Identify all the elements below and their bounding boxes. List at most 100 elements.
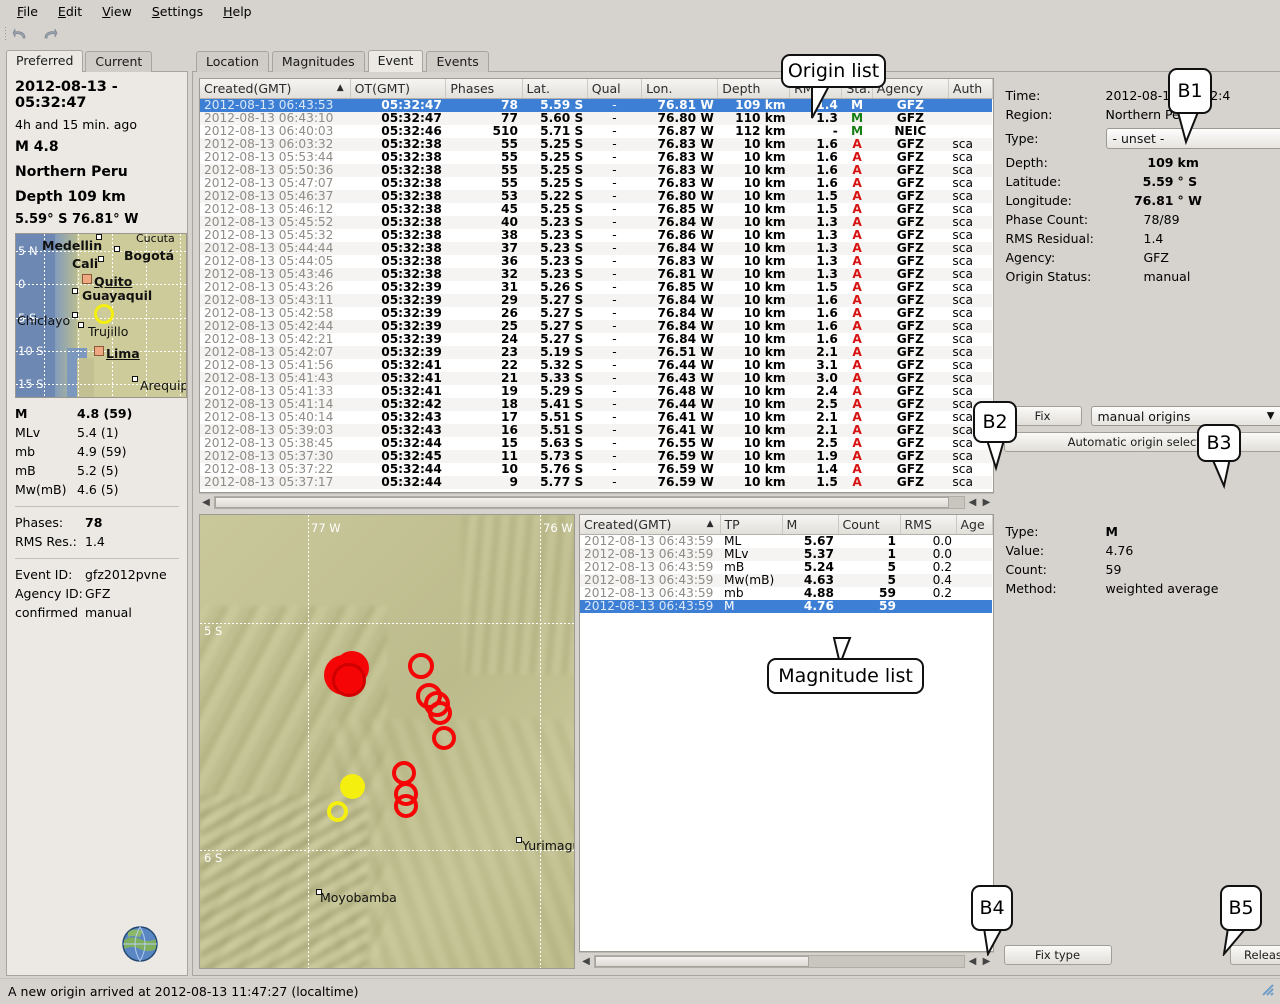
origin-row[interactable]: 2012-08-13 05:46:1205:32:38455.25 S-76.8… [200,203,992,216]
fix-type-button[interactable]: Fix type [1004,945,1112,965]
origin-cell-created: 2012-08-13 05:42:58 [200,307,350,320]
origin-row[interactable]: 2012-08-13 05:50:3605:32:38555.25 S-76.8… [200,164,992,177]
scroll-left-icon[interactable]: ◀ [199,495,213,510]
col-mag-created[interactable]: Created(GMT)▲ [580,515,720,534]
magnitude-row[interactable]: 2012-08-13 06:43:59ML5.6710.0 [580,534,992,548]
menu-edit[interactable]: Edit [49,2,91,21]
redo-icon[interactable] [38,24,60,44]
origin-row[interactable]: 2012-08-13 05:41:3305:32:41195.29 S-76.4… [200,385,992,398]
col-phases[interactable]: Phases [446,79,522,98]
magnitude-list-hscrollbar[interactable]: ◀ ◀ ▶ [579,952,994,969]
origin-cell-auth: sca [948,268,992,281]
col-created[interactable]: Created(GMT)▲ [200,79,350,98]
origin-cell-depth: 10 km [718,359,790,372]
origin-row[interactable]: 2012-08-13 05:41:4305:32:41215.33 S-76.4… [200,372,992,385]
undo-icon[interactable] [10,24,32,44]
col-lon[interactable]: Lon. [642,79,718,98]
origin-info-row: Longitude:76.81° W [1006,191,1280,210]
magnitude-row[interactable]: 2012-08-13 06:43:59mb4.88590.2 [580,587,992,600]
origin-row[interactable]: 2012-08-13 05:37:3005:32:45115.73 S-76.5… [200,450,992,463]
origin-row[interactable]: 2012-08-13 05:39:0305:32:43165.51 S-76.4… [200,424,992,437]
origin-cell-agency: GFZ [872,398,948,411]
col-qual[interactable]: Qual [587,79,641,98]
origin-cell-ot: 05:32:38 [350,203,446,216]
origin-list[interactable]: Created(GMT)▲ OT(GMT) Phases Lat. Qual L… [199,78,994,493]
origin-cell-phases: 10 [446,463,522,476]
divider [15,506,179,507]
origin-row[interactable]: 2012-08-13 05:45:3205:32:38385.23 S-76.8… [200,229,992,242]
col-lat[interactable]: Lat. [522,79,587,98]
tab-event[interactable]: Event [368,50,424,72]
origin-row[interactable]: 2012-08-13 05:42:2105:32:39245.27 S-76.8… [200,333,992,346]
origin-row[interactable]: 2012-08-13 06:03:3205:32:38555.25 S-76.8… [200,138,992,151]
scroll-trough[interactable] [214,496,965,509]
origin-row[interactable]: 2012-08-13 05:47:0705:32:38555.25 S-76.8… [200,177,992,190]
origin-type-label: Type: [1006,129,1106,148]
tab-events[interactable]: Events [426,51,488,72]
magnitude-cell-count: 5 [838,561,900,574]
menu-help[interactable]: Help [214,2,261,21]
origin-row[interactable]: 2012-08-13 05:43:4605:32:38325.23 S-76.8… [200,268,992,281]
overview-map[interactable]: 5 N 0 5 S 10 S 15 S Medellin Cucuta Bogo… [15,233,187,398]
scroll-trough[interactable] [594,955,965,968]
origin-row[interactable]: 2012-08-13 05:44:4405:32:38375.23 S-76.8… [200,242,992,255]
col-mag-count[interactable]: Count [838,515,900,534]
origin-row[interactable]: 2012-08-13 05:38:4505:32:44155.63 S-76.5… [200,437,992,450]
scroll-left-icon[interactable]: ◀ [579,954,593,969]
origin-row[interactable]: 2012-08-13 05:41:1405:32:42185.41 S-76.4… [200,398,992,411]
col-ot[interactable]: OT(GMT) [350,79,446,98]
col-mag-rms[interactable]: RMS [900,515,956,534]
scroll-prev-icon[interactable]: ◀ [966,954,980,969]
tab-magnitudes[interactable]: Magnitudes [272,51,365,72]
magnitude-row[interactable]: 2012-08-13 06:43:59MLv5.3710.0 [580,548,992,561]
menu-file[interactable]: File [8,2,47,21]
origin-filter-select[interactable]: manual origins ▼ [1091,406,1280,426]
origin-row[interactable]: 2012-08-13 05:40:1405:32:43175.51 S-76.4… [200,411,992,424]
tab-preferred[interactable]: Preferred [6,50,83,72]
menu-settings[interactable]: Settings [143,2,212,21]
origin-cell-rms: 1.6 [790,177,842,190]
scroll-prev-icon[interactable]: ◀ [966,495,980,510]
origin-cell-lat: 5.26 S [522,281,587,294]
col-auth[interactable]: Auth [948,79,992,98]
col-mag-age[interactable]: Age [956,515,992,534]
origin-row[interactable]: 2012-08-13 05:42:0705:32:39235.19 S-76.5… [200,346,992,359]
origin-cell-lon: 76.83 W [642,177,718,190]
scroll-thumb[interactable] [595,956,809,967]
origin-row[interactable]: 2012-08-13 05:42:5805:32:39265.27 S-76.8… [200,307,992,320]
origin-row[interactable]: 2012-08-13 05:41:5605:32:41225.32 S-76.4… [200,359,992,372]
resize-grip-icon[interactable] [1260,982,1276,1001]
origin-cell-qual: - [587,242,641,255]
summary-mag-type: mB [15,461,77,480]
menu-view[interactable]: View [93,2,141,21]
origin-row[interactable]: 2012-08-13 05:43:2605:32:39315.26 S-76.8… [200,281,992,294]
magnitude-list[interactable]: Created(GMT)▲ TP M Count RMS Age 2012-08… [579,514,994,952]
magnitude-row[interactable]: 2012-08-13 06:43:59mB5.2450.2 [580,561,992,574]
col-depth[interactable]: Depth [718,79,790,98]
scroll-thumb[interactable] [215,497,949,508]
origin-row[interactable]: 2012-08-13 06:43:1005:32:47775.60 S-76.8… [200,112,992,125]
magnitude-row[interactable]: 2012-08-13 06:43:59Mw(mB)4.6350.4 [580,574,992,587]
origin-row[interactable]: 2012-08-13 05:46:3705:32:38535.22 S-76.8… [200,190,992,203]
origin-row[interactable]: 2012-08-13 06:40:0305:32:465105.71 S-76.… [200,125,992,138]
origin-row[interactable]: 2012-08-13 05:43:1105:32:39295.27 S-76.8… [200,294,992,307]
origin-row[interactable]: 2012-08-13 05:44:0505:32:38365.23 S-76.8… [200,255,992,268]
event-relative-time: 4h and 15 min. ago [15,117,179,132]
origin-cell-phases: 15 [446,437,522,450]
origin-list-hscrollbar[interactable]: ◀ ◀ ▶ [199,493,994,510]
origin-row[interactable]: 2012-08-13 05:45:5205:32:38405.23 S-76.8… [200,216,992,229]
tab-current[interactable]: Current [85,51,152,72]
origin-row[interactable]: 2012-08-13 06:43:5305:32:47785.59 S-76.8… [200,98,992,112]
origin-row[interactable]: 2012-08-13 05:37:1705:32:4495.77 S-76.59… [200,476,992,489]
magnitude-row[interactable]: 2012-08-13 06:43:59M4.7659 [580,600,992,613]
event-map[interactable]: 77 W 76 W 5 S 6 S [199,514,575,969]
tab-location[interactable]: Location [196,51,269,72]
scroll-next-icon[interactable]: ▶ [980,495,994,510]
origin-cell-rms: 3.0 [790,372,842,385]
origin-row[interactable]: 2012-08-13 05:37:2205:32:44105.76 S-76.5… [200,463,992,476]
col-mag-m[interactable]: M [782,515,838,534]
origin-cell-sta: A [842,333,872,346]
origin-row[interactable]: 2012-08-13 05:42:4405:32:39255.27 S-76.8… [200,320,992,333]
origin-row[interactable]: 2012-08-13 05:53:4405:32:38555.25 S-76.8… [200,151,992,164]
col-mag-tp[interactable]: TP [720,515,782,534]
